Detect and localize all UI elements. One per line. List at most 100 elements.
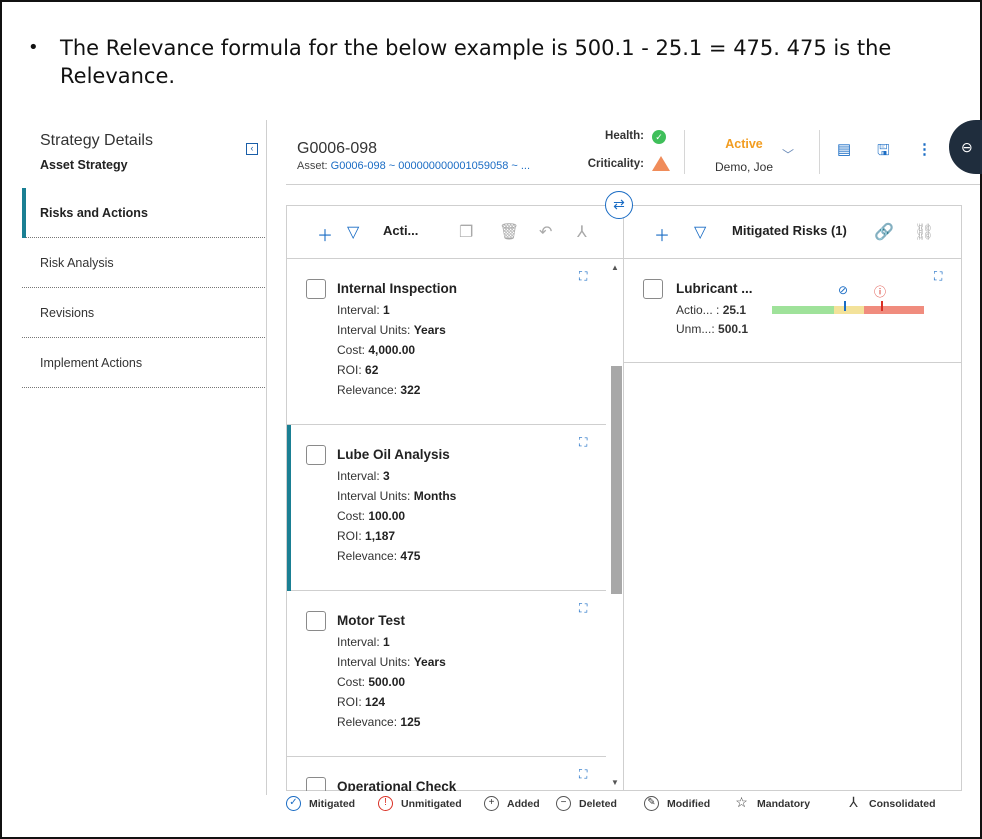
actions-panel: ＋ ▽ Acti... ❐ 🗑 ↶ ⅄ ⛶ Internal Inspectio… <box>286 205 624 791</box>
action-card[interactable]: ⛶ Operational Check <box>287 757 606 791</box>
interval-units-line: Interval Units: Years <box>337 323 446 337</box>
relevance-line: Relevance: 475 <box>337 549 421 563</box>
risks-panel-header: ＋ ▽ Mitigated Risks (1) 🔗 ⛓ <box>624 206 961 259</box>
expand-icon[interactable]: ⛶ <box>579 269 587 284</box>
undo-icon[interactable]: ↶ <box>539 222 552 242</box>
filter-icon[interactable]: ▽ <box>347 222 359 242</box>
criticality-triangle-icon <box>652 156 670 171</box>
note-text: The Relevance formula for the below exam… <box>60 36 892 88</box>
asset-strategy-app: Strategy Details Asset Strategy ‹ Risks … <box>22 120 982 837</box>
action-title: Motor Test <box>337 613 405 628</box>
add-risk-icon[interactable]: ＋ <box>654 222 670 246</box>
more-options-icon[interactable]: ⋮ <box>917 140 932 158</box>
criticality-label: Criticality: <box>587 158 644 170</box>
asset-link[interactable]: G0006-098 ~ 000000000001059058 ~ ... <box>331 160 530 172</box>
actions-panel-title: Acti... <box>383 223 419 238</box>
risk-title: Lubricant ... <box>676 281 753 296</box>
risk-bar-high <box>864 306 924 314</box>
action-title: Lube Oil Analysis <box>337 447 450 462</box>
unmitigated-risk-line: Unm...: 500.1 <box>676 322 749 336</box>
scroll-down-arrow[interactable]: ▼ <box>611 778 619 787</box>
risk-card[interactable]: ⛶ Lubricant ... Actio... : 25.1 Unm...: … <box>624 259 961 363</box>
save-icon[interactable]: 🖫 <box>877 140 890 165</box>
minus-circle-icon: − <box>556 796 571 811</box>
asset-strategy-id: G0006-098 <box>297 140 378 157</box>
mitigated-marker-line <box>844 301 846 311</box>
swap-panels-icon[interactable]: ⇄ <box>605 191 633 219</box>
health-label: Health: <box>605 130 644 142</box>
delete-icon[interactable]: 🗑 <box>499 222 519 242</box>
legend-item-added: + Added <box>484 796 540 811</box>
asset-label: Asset: <box>297 160 328 172</box>
interval-units-line: Interval Units: Years <box>337 655 446 669</box>
plus-circle-icon: + <box>484 796 499 811</box>
exclamation-circle-icon: ! <box>378 796 393 811</box>
legend-item-unmitigated: ! Unmitigated <box>378 796 462 811</box>
action-checkbox[interactable] <box>306 279 326 299</box>
risk-checkbox[interactable] <box>643 279 663 299</box>
copy-icon[interactable]: ❐ <box>459 222 473 242</box>
collapse-panel-icon[interactable]: ‹ <box>246 143 258 155</box>
legend-item-mitigated: ✓ Mitigated <box>286 796 355 811</box>
action-checkbox[interactable] <box>306 777 326 791</box>
header-separator <box>684 130 685 174</box>
unmitigated-marker-line <box>881 301 883 311</box>
star-icon: ☆ <box>735 794 748 810</box>
sidebar-item-risks-and-actions[interactable]: Risks and Actions <box>22 188 267 238</box>
legend-item-mandatory: ☆ Mandatory <box>735 794 811 810</box>
roi-line: ROI: 62 <box>337 363 379 377</box>
relevance-line: Relevance: 322 <box>337 383 421 397</box>
consolidate-icon[interactable]: ⅄ <box>577 222 587 242</box>
sidebar-item-implement-actions[interactable]: Implement Actions <box>22 338 267 388</box>
action-title: Internal Inspection <box>337 281 458 296</box>
consolidate-icon: ⅄ <box>849 794 858 810</box>
legend-item-modified: ✎ Modified <box>644 796 710 811</box>
add-action-icon[interactable]: ＋ <box>317 222 333 246</box>
link-icon[interactable]: 🔗 <box>874 222 894 242</box>
scrollbar-thumb[interactable] <box>611 366 622 594</box>
action-card[interactable]: ⛶ Internal Inspection Interval: 1 Interv… <box>287 259 606 425</box>
check-circle-icon: ✓ <box>286 796 301 811</box>
action-card[interactable]: ⛶ Motor Test Interval: 1 Interval Units:… <box>287 591 606 757</box>
cost-line: Cost: 500.00 <box>337 675 406 689</box>
risks-panel-title: Mitigated Risks (1) <box>732 223 847 238</box>
interval-units-line: Interval Units: Months <box>337 489 457 503</box>
chevron-down-icon[interactable]: ﹀ <box>782 146 794 163</box>
interval-line: Interval: 3 <box>337 469 390 483</box>
scroll-up-arrow[interactable]: ▲ <box>611 263 619 272</box>
header-separator-2 <box>819 130 820 174</box>
strategy-details-nav: Strategy Details Asset Strategy ‹ Risks … <box>22 120 267 795</box>
side-panel-toggle-icon[interactable]: ⊖ <box>949 120 982 174</box>
expand-icon[interactable]: ⛶ <box>579 601 587 616</box>
unmitigated-marker-icon: ⓘ <box>874 285 887 299</box>
nav-subtitle: Asset Strategy <box>40 158 128 172</box>
roi-line: ROI: 1,187 <box>337 529 396 543</box>
mitigated-marker-icon: ⊘ <box>838 283 849 297</box>
mitigated-risks-panel: ＋ ▽ Mitigated Risks (1) 🔗 ⛓ ⛶ Lubricant … <box>623 205 962 791</box>
risk-bar-low <box>772 306 834 314</box>
pencil-circle-icon: ✎ <box>644 796 659 811</box>
roi-line: ROI: 124 <box>337 695 386 709</box>
action-checkbox[interactable] <box>306 611 326 631</box>
status-text: Active <box>725 137 763 151</box>
nav-title: Strategy Details <box>40 132 153 149</box>
expand-icon[interactable]: ⛶ <box>579 767 587 782</box>
expand-icon[interactable]: ⛶ <box>579 435 587 450</box>
interval-line: Interval: 1 <box>337 303 390 317</box>
action-title: Operational Check <box>337 779 457 791</box>
table-view-icon[interactable]: ▤ <box>837 140 851 158</box>
legend-item-deleted: − Deleted <box>556 796 617 811</box>
risk-bar-medium <box>834 306 864 314</box>
unlink-icon[interactable]: ⛓ <box>914 222 934 242</box>
expand-icon[interactable]: ⛶ <box>934 269 942 284</box>
health-check-icon: ✓ <box>652 130 666 144</box>
filter-icon[interactable]: ▽ <box>694 222 706 242</box>
sidebar-item-risk-analysis[interactable]: Risk Analysis <box>22 238 267 288</box>
owner-name: Demo, Joe <box>714 160 774 174</box>
action-checkbox[interactable] <box>306 445 326 465</box>
action-card-selected[interactable]: ⛶ Lube Oil Analysis Interval: 3 Interval… <box>287 425 606 591</box>
interval-line: Interval: 1 <box>337 635 390 649</box>
sidebar-item-revisions[interactable]: Revisions <box>22 288 267 338</box>
cost-line: Cost: 100.00 <box>337 509 406 523</box>
asset-line: Asset: G0006-098 ~ 000000000001059058 ~ … <box>297 160 530 172</box>
